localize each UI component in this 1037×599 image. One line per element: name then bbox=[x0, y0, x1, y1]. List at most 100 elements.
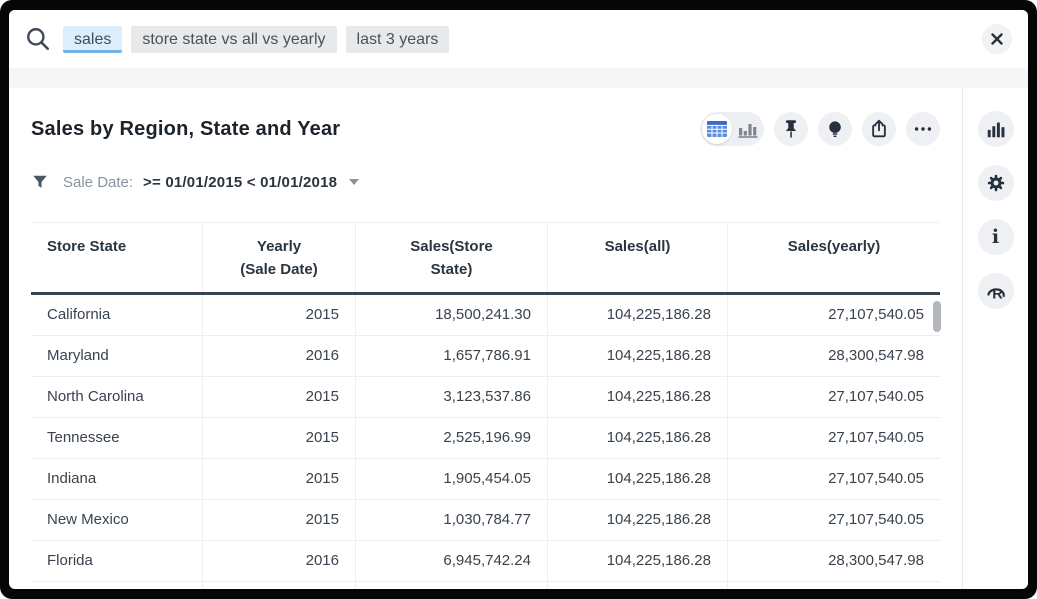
table-scrollbar-thumb[interactable] bbox=[933, 301, 941, 332]
sidebar-chart-config-button[interactable] bbox=[978, 111, 1014, 147]
more-options-button[interactable] bbox=[906, 112, 940, 146]
cell-sales-all: 104,225,186.28 bbox=[547, 500, 727, 540]
cell-sales-yearly: 28,300,547.98 bbox=[727, 336, 940, 376]
cell-sales-all: 104,225,186.28 bbox=[547, 541, 727, 581]
ellipsis-icon bbox=[912, 118, 934, 140]
r-analysis-icon: R bbox=[984, 279, 1008, 303]
column-header-label: Store State bbox=[47, 235, 186, 258]
column-header-yearly[interactable]: Yearly (Sale Date) bbox=[202, 223, 355, 292]
cell-sales-yearly: 27,107,540.05 bbox=[727, 459, 940, 499]
column-header-sales-store-state[interactable]: Sales(Store State) bbox=[355, 223, 547, 292]
cell-sales-yearly: 27,107,540.05 bbox=[727, 377, 940, 417]
table-row[interactable]: Indiana 2015 1,905,454.05 104,225,186.28… bbox=[31, 459, 940, 500]
cell-sales-store-state: 18,500,241.30 bbox=[355, 295, 547, 335]
sidebar-r-analysis-button[interactable]: R bbox=[978, 273, 1014, 309]
cell-store-state: North Carolina bbox=[31, 377, 202, 417]
cell-sales-store-state: 1,030,784.77 bbox=[355, 500, 547, 540]
cell-sales-yearly: 27,107,540.05 bbox=[727, 500, 940, 540]
answer-toolbar bbox=[700, 112, 940, 146]
column-header-label: Sales(Store bbox=[372, 235, 531, 258]
bar-chart-icon bbox=[985, 118, 1007, 140]
lightbulb-icon bbox=[824, 118, 846, 140]
cell-sales-all: 104,225,186.28 bbox=[547, 336, 727, 376]
gear-icon bbox=[985, 172, 1007, 194]
page-title: Sales by Region, State and Year bbox=[31, 118, 340, 141]
cell-sales-store-state: 3,123,537.86 bbox=[355, 377, 547, 417]
chart-view-button[interactable] bbox=[732, 121, 764, 138]
close-button[interactable] bbox=[982, 24, 1012, 54]
window-frame: sales store state vs all vs yearly last … bbox=[0, 0, 1037, 599]
table-row[interactable]: North Carolina 2015 3,123,537.86 104,225… bbox=[31, 377, 940, 418]
right-sidebar: i R bbox=[962, 88, 1028, 589]
cell-sales-store-state: 2,525,196.99 bbox=[355, 418, 547, 458]
table-row[interactable]: California 2015 18,500,241.30 104,225,18… bbox=[31, 295, 940, 336]
search-icon bbox=[25, 26, 51, 52]
table-row-partial bbox=[31, 582, 940, 589]
cell-yearly: 2015 bbox=[202, 295, 355, 335]
cell-sales-all: 104,225,186.28 bbox=[547, 418, 727, 458]
table-header-row: Store State Yearly (Sale Date) Sales(Sto… bbox=[31, 222, 940, 295]
cell-store-state: Tennessee bbox=[31, 418, 202, 458]
svg-text:R: R bbox=[992, 287, 1003, 303]
cell-sales-all: 104,225,186.28 bbox=[547, 295, 727, 335]
header-divider-band bbox=[9, 68, 1028, 88]
cell-yearly: 2016 bbox=[202, 541, 355, 581]
sidebar-settings-button[interactable] bbox=[978, 165, 1014, 201]
filter-label: Sale Date: bbox=[63, 174, 133, 191]
cell-sales-yearly: 28,300,547.98 bbox=[727, 541, 940, 581]
info-icon: i bbox=[992, 228, 999, 247]
sidebar-info-button[interactable]: i bbox=[978, 219, 1014, 255]
cell-sales-store-state: 6,945,742.24 bbox=[355, 541, 547, 581]
column-header-label: Sales(yearly) bbox=[744, 235, 924, 258]
column-header-store-state[interactable]: Store State bbox=[31, 223, 202, 292]
search-token-columns[interactable]: store state vs all vs yearly bbox=[131, 26, 336, 53]
table-icon bbox=[707, 121, 727, 137]
cell-sales-yearly: 27,107,540.05 bbox=[727, 295, 940, 335]
cell-sales-store-state: 1,657,786.91 bbox=[355, 336, 547, 376]
answer-panel: Sales by Region, State and Year bbox=[9, 88, 962, 589]
cell-store-state: Indiana bbox=[31, 459, 202, 499]
search-token-daterange[interactable]: last 3 years bbox=[346, 26, 450, 53]
search-token-sales[interactable]: sales bbox=[63, 26, 122, 53]
column-header-label: Sales(all) bbox=[564, 235, 711, 258]
cell-store-state: Florida bbox=[31, 541, 202, 581]
table-row[interactable]: New Mexico 2015 1,030,784.77 104,225,186… bbox=[31, 500, 940, 541]
cell-sales-all: 104,225,186.28 bbox=[547, 377, 727, 417]
cell-yearly: 2015 bbox=[202, 500, 355, 540]
cell-yearly: 2015 bbox=[202, 459, 355, 499]
pin-button[interactable] bbox=[774, 112, 808, 146]
filter-funnel-icon bbox=[31, 173, 49, 191]
cell-yearly: 2015 bbox=[202, 418, 355, 458]
column-header-sales-yearly[interactable]: Sales(yearly) bbox=[727, 223, 940, 292]
table-view-button[interactable] bbox=[702, 114, 732, 144]
cell-yearly: 2015 bbox=[202, 377, 355, 417]
filter-value: >= 01/01/2015 < 01/01/2018 bbox=[143, 174, 337, 191]
search-token-list: sales store state vs all vs yearly last … bbox=[63, 26, 449, 53]
close-icon bbox=[991, 33, 1003, 45]
filter-row[interactable]: Sale Date: >= 01/01/2015 < 01/01/2018 bbox=[31, 170, 940, 194]
table-row[interactable]: Florida 2016 6,945,742.24 104,225,186.28… bbox=[31, 541, 940, 582]
column-header-label: Yearly bbox=[219, 235, 339, 258]
search-bar[interactable]: sales store state vs all vs yearly last … bbox=[9, 10, 1028, 68]
table-row[interactable]: Tennessee 2015 2,525,196.99 104,225,186.… bbox=[31, 418, 940, 459]
cell-sales-store-state: 1,905,454.05 bbox=[355, 459, 547, 499]
share-button[interactable] bbox=[862, 112, 896, 146]
cell-store-state: Maryland bbox=[31, 336, 202, 376]
cell-store-state: California bbox=[31, 295, 202, 335]
view-toggle[interactable] bbox=[700, 112, 764, 146]
share-icon bbox=[868, 118, 890, 140]
cell-sales-all: 104,225,186.28 bbox=[547, 459, 727, 499]
column-header-sales-all[interactable]: Sales(all) bbox=[547, 223, 727, 292]
chart-icon bbox=[738, 121, 758, 138]
answer-window: sales store state vs all vs yearly last … bbox=[9, 10, 1028, 589]
table-row[interactable]: Maryland 2016 1,657,786.91 104,225,186.2… bbox=[31, 336, 940, 377]
cell-sales-yearly: 27,107,540.05 bbox=[727, 418, 940, 458]
cell-store-state: New Mexico bbox=[31, 500, 202, 540]
results-table: Store State Yearly (Sale Date) Sales(Sto… bbox=[31, 222, 940, 589]
chevron-down-icon[interactable] bbox=[349, 179, 359, 185]
cell-yearly: 2016 bbox=[202, 336, 355, 376]
insights-button[interactable] bbox=[818, 112, 852, 146]
pushpin-icon bbox=[780, 118, 802, 140]
column-header-label: (Sale Date) bbox=[219, 258, 339, 281]
column-header-label: State) bbox=[372, 258, 531, 281]
